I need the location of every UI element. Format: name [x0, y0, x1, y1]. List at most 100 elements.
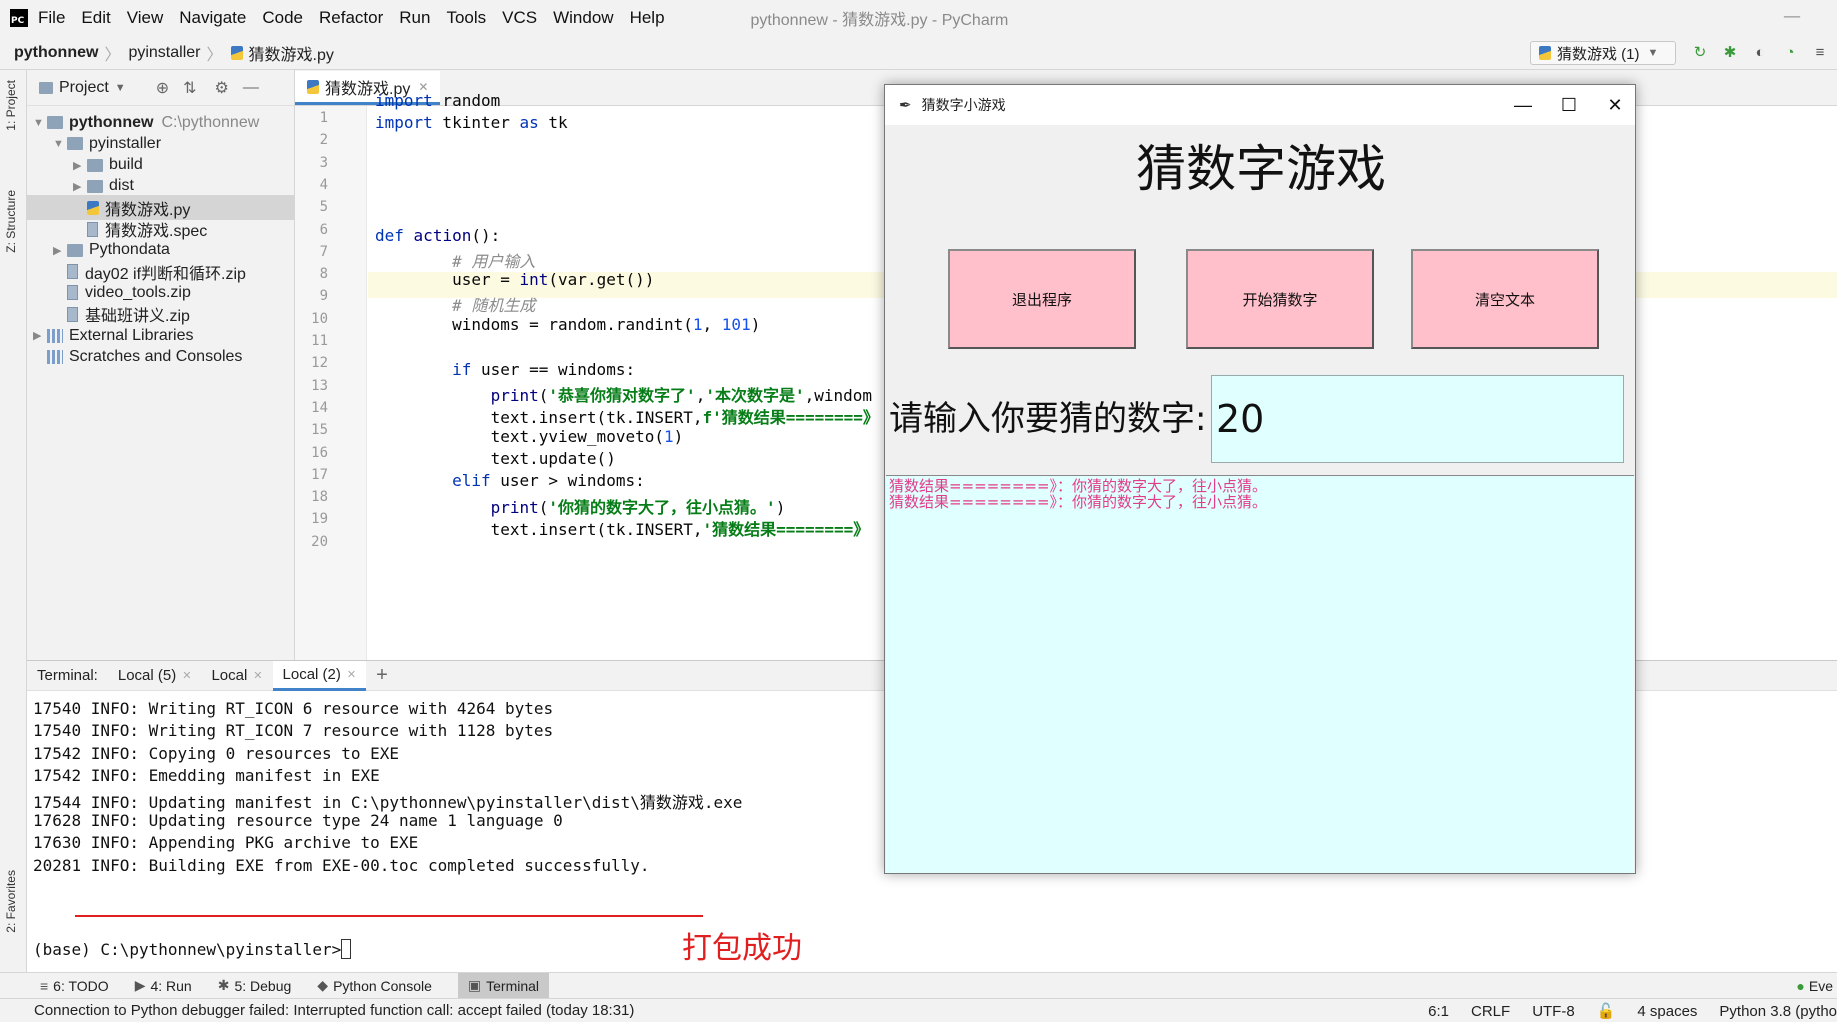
- close-icon[interactable]: ✕: [182, 669, 191, 682]
- terminal-tool-button[interactable]: ▣ Terminal: [457, 972, 550, 999]
- menu-edit[interactable]: Edit: [81, 8, 110, 28]
- close-icon[interactable]: ✕: [347, 668, 356, 681]
- collapse-arrow-icon[interactable]: ▶: [73, 159, 87, 172]
- profile-icon[interactable]: ◔: [1782, 45, 1798, 61]
- new-terminal-button[interactable]: +: [366, 661, 398, 691]
- terminal-icon: ▣: [467, 977, 482, 993]
- game-minimize-button[interactable]: —: [1503, 91, 1543, 119]
- menu-help[interactable]: Help: [630, 8, 665, 28]
- line-separator[interactable]: CRLF: [1471, 1003, 1510, 1020]
- python-icon: ◆: [317, 977, 329, 993]
- line-number: 16: [311, 444, 328, 461]
- tab-label: Local (2): [282, 665, 341, 683]
- menu-tools[interactable]: Tools: [446, 8, 486, 28]
- code-line: print('恭喜你猜对数字了','本次数字是',windom: [490, 386, 873, 405]
- folder-icon: [87, 158, 103, 172]
- rerun-icon[interactable]: ↻: [1692, 45, 1708, 61]
- tab-favorites[interactable]: 2: Favorites: [4, 870, 18, 933]
- line-number: 4: [319, 176, 328, 193]
- tree-item-label: Scratches and Consoles: [69, 347, 243, 365]
- result-text-area[interactable]: 猜数结果========》：你猜的数字大了，往小点猜。 猜数结果========…: [886, 475, 1634, 873]
- line-number: 14: [311, 399, 328, 416]
- breadcrumb-folder[interactable]: pyinstaller: [128, 44, 200, 62]
- line-number: 20: [311, 533, 328, 550]
- run-configuration-dropdown[interactable]: 猜数游戏 (1) ▼: [1530, 41, 1676, 65]
- build-icon[interactable]: ≡: [1812, 45, 1828, 61]
- terminal-line: 17540 INFO: Writing RT_ICON 6 resource w…: [33, 699, 554, 718]
- caret-position[interactable]: 6:1: [1428, 1003, 1449, 1020]
- status-message[interactable]: Connection to Python debugger failed: In…: [34, 1002, 634, 1019]
- menu-vcs[interactable]: VCS: [502, 8, 537, 28]
- project-panel: Project ▼ ⊕ ⇅ ⚙ — ▼ pythonnew C:\pythonnew…: [27, 70, 295, 660]
- code-line: import tkinter as tk: [375, 113, 568, 132]
- run-tool-button[interactable]: ▶ 4: Run: [135, 977, 192, 994]
- project-title[interactable]: Project: [59, 79, 109, 97]
- debug-icon[interactable]: ✱: [1722, 45, 1738, 61]
- bottom-tool-bar: ≡ 6: TODO ▶ 4: Run ✱ 5: Debug ◆ Python Conso…: [0, 972, 1837, 999]
- code-line: text.insert(tk.INSERT,'猜数结果========》: [375, 520, 870, 539]
- expand-arrow-icon[interactable]: ▼: [33, 117, 47, 129]
- window-title: pythonnew - 猜数游戏.py - PyCharm: [750, 12, 1009, 29]
- expand-arrow-icon[interactable]: ▼: [53, 138, 67, 150]
- breadcrumb-project[interactable]: pythonnew: [14, 44, 98, 62]
- library-icon: [47, 328, 63, 343]
- breadcrumb-file[interactable]: 猜数游戏.py: [249, 41, 334, 65]
- menu-view[interactable]: View: [127, 8, 164, 28]
- tab-local-2[interactable]: Local (2) ✕: [272, 660, 367, 691]
- line-number: 19: [311, 511, 328, 528]
- tab-local[interactable]: Local ✕: [201, 661, 272, 691]
- game-maximize-button[interactable]: ☐: [1549, 91, 1589, 119]
- tab-label: Local (5): [117, 667, 177, 684]
- menu-navigate[interactable]: Navigate: [179, 8, 246, 28]
- line-number: 1: [319, 110, 328, 126]
- collapse-arrow-icon[interactable]: ▶: [73, 180, 87, 193]
- terminal-prompt: (base) C:\pythonnew\pyinstaller>: [33, 940, 342, 959]
- run-icon: ▶: [134, 977, 146, 993]
- menu-file[interactable]: File: [38, 8, 65, 28]
- gear-icon[interactable]: ⚙: [215, 78, 229, 98]
- minimize-button[interactable]: —: [1783, 6, 1803, 27]
- locate-icon[interactable]: ⊕: [156, 78, 169, 98]
- lock-icon[interactable]: 🔓: [1597, 1002, 1616, 1020]
- clear-text-button[interactable]: 清空文本: [1411, 249, 1599, 349]
- code-line: # 随机生成: [452, 296, 536, 315]
- menu-window[interactable]: Window: [553, 8, 613, 28]
- debug-tool-button[interactable]: ✱ 5: Debug: [218, 977, 292, 994]
- indent-setting[interactable]: 4 spaces: [1637, 1003, 1697, 1020]
- collapse-arrow-icon[interactable]: ▶: [53, 244, 67, 257]
- line-number: 9: [319, 288, 328, 305]
- tree-item-path: C:\pythonnew: [161, 113, 260, 131]
- status-right: 6:1 CRLF UTF-8 🔓 4 spaces Python 3.8 (py…: [1406, 999, 1837, 1022]
- python-console-tool-button[interactable]: ◆ Python Console: [317, 977, 432, 994]
- tab-project[interactable]: 1: Project: [4, 80, 18, 131]
- file-encoding[interactable]: UTF-8: [1532, 1003, 1575, 1020]
- tree-item-label: pythonnew: [69, 113, 154, 131]
- archive-file-icon: [67, 285, 78, 301]
- interpreter-selector[interactable]: Python 3.8 (pytho: [1719, 1003, 1837, 1020]
- event-log-button[interactable]: ● Eve: [1796, 978, 1833, 994]
- menu-refactor[interactable]: Refactor: [319, 8, 383, 28]
- todo-tool-button[interactable]: ≡ 6: TODO: [40, 978, 109, 994]
- line-number: 17: [311, 466, 328, 483]
- code-line: text.yview_moveto(1): [375, 427, 684, 446]
- tab-structure[interactable]: Z: Structure: [4, 190, 18, 253]
- menu-run[interactable]: Run: [399, 8, 430, 28]
- hide-icon[interactable]: —: [243, 79, 259, 97]
- coverage-icon[interactable]: ◐: [1752, 45, 1768, 61]
- quit-button[interactable]: 退出程序: [948, 249, 1136, 349]
- menu-code[interactable]: Code: [262, 8, 303, 28]
- folder-icon: [87, 179, 103, 193]
- pycharm-logo-icon: PC: [8, 7, 30, 29]
- game-titlebar[interactable]: ✒ 猜数字小游戏 — ☐ ✕: [885, 85, 1635, 125]
- collapse-all-icon[interactable]: ⇅: [183, 78, 196, 98]
- terminal-prompt-line[interactable]: (base) C:\pythonnew\pyinstaller>: [33, 939, 352, 959]
- game-heading: 猜数字游戏: [1136, 140, 1386, 198]
- chevron-down-icon[interactable]: ▼: [115, 82, 126, 94]
- close-icon[interactable]: ✕: [253, 669, 262, 682]
- game-close-button[interactable]: ✕: [1595, 91, 1635, 119]
- start-guess-button[interactable]: 开始猜数字: [1186, 249, 1374, 349]
- tree-item[interactable]: Scratches and Consoles: [27, 344, 242, 369]
- guess-number-input[interactable]: 20: [1211, 375, 1624, 463]
- tab-local-5[interactable]: Local (5) ✕: [108, 661, 202, 691]
- collapse-arrow-icon[interactable]: ▶: [33, 329, 47, 342]
